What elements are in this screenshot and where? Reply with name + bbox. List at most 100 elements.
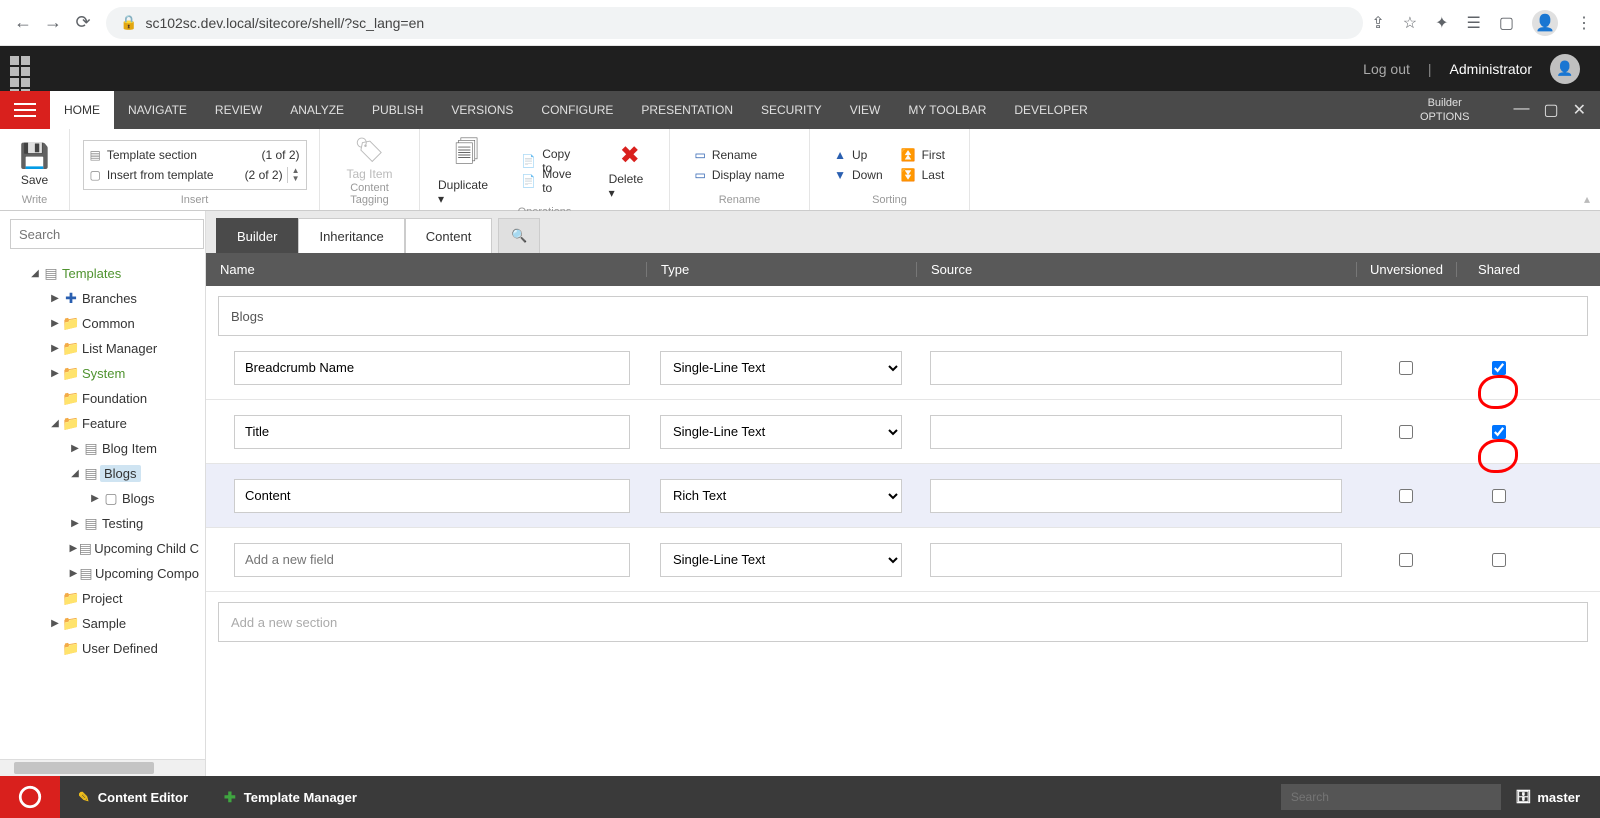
star-icon[interactable]: ☆ [1403,13,1417,33]
tree-upcoming-compo[interactable]: ▶▤Upcoming Compo [0,561,205,586]
share-icon[interactable]: ⇪ [1371,13,1384,33]
tree-project[interactable]: 📁Project [0,586,205,611]
tree-blogs-child[interactable]: ▶▢Blogs [0,486,205,511]
sidebar-scroll[interactable] [0,759,205,776]
sidepanel-icon[interactable]: ▢ [1499,13,1514,33]
user-label: Administrator [1450,61,1532,77]
tree-sample[interactable]: ▶📁Sample [0,611,205,636]
content-editor-button[interactable]: ✎Content Editor [60,776,206,818]
menu-versions[interactable]: VERSIONS [437,91,527,129]
up-button[interactable]: ▲Up [834,145,883,165]
menu-configure[interactable]: CONFIGURE [527,91,627,129]
first-button[interactable]: ⏫First [901,145,945,165]
menu-view[interactable]: VIEW [836,91,895,129]
menu-analyze[interactable]: ANALYZE [276,91,358,129]
url-text: sc102sc.dev.local/sitecore/shell/?sc_lan… [145,15,424,31]
delete-icon: ✖ [620,141,640,170]
tree-system[interactable]: ▶📁System [0,361,205,386]
launchpad-icon[interactable] [0,46,45,91]
tree-search-input[interactable] [10,219,204,249]
maximize-icon[interactable]: ▢ [1543,100,1558,120]
unversioned-checkbox[interactable] [1399,553,1413,567]
template-manager-button[interactable]: ✚Template Manager [206,776,375,818]
down-button[interactable]: ▼Down [834,165,883,185]
duplicate-button[interactable]: 🗐 Duplicate ▾ [430,135,503,206]
sitecore-logo-icon[interactable] [0,776,60,818]
database-selector[interactable]: 🗄master [1515,789,1580,805]
field-type-select[interactable]: Single-Line TextRich TextMulti-Line Text… [660,543,902,577]
tab-content[interactable]: Content [405,218,493,253]
tree-templates[interactable]: ◢▤Templates [0,261,205,286]
menu-home[interactable]: HOME [50,91,114,129]
section-header[interactable]: Blogs [218,296,1588,336]
delete-button[interactable]: ✖ Delete ▾ [601,141,659,200]
field-source-input[interactable] [930,543,1342,577]
menu-navigate[interactable]: NAVIGATE [114,91,201,129]
ribbon: 💾 Save Write ▤Template section(1 of 2) ▢… [0,129,1600,211]
tree-testing[interactable]: ▶▤Testing [0,511,205,536]
field-type-select[interactable]: Single-Line TextRich TextMulti-Line Text… [660,479,902,513]
tab-inheritance[interactable]: Inheritance [298,218,404,253]
extensions-icon[interactable]: ✦ [1435,13,1448,33]
browser-chrome: ← → ⟳ 🔒 sc102sc.dev.local/sitecore/shell… [0,0,1600,46]
minimize-icon[interactable]: — [1513,100,1529,120]
sidebar: 🔍 ▼ ◢▤Templates ▶✚Branches ▶📁Common ▶📁Li… [0,211,206,776]
rename-button[interactable]: ▭Rename [694,145,784,165]
tree-foundation[interactable]: 📁Foundation [0,386,205,411]
menu-publish[interactable]: PUBLISH [358,91,437,129]
tree-user-defined[interactable]: 📁User Defined [0,636,205,661]
field-source-input[interactable] [930,415,1342,449]
field-name-input[interactable] [234,415,630,449]
menu-review[interactable]: REVIEW [201,91,276,129]
unversioned-checkbox[interactable] [1399,489,1413,503]
ribbon-collapse-icon[interactable]: ▴ [1584,192,1590,206]
save-button[interactable]: 💾 Save [12,142,58,187]
tree-upcoming-child[interactable]: ▶▤Upcoming Child C [0,536,205,561]
last-button[interactable]: ⏬Last [901,165,945,185]
field-name-input[interactable] [234,543,630,577]
reload-icon[interactable]: ⟳ [68,12,98,33]
forward-icon[interactable]: → [38,12,68,33]
menu-security[interactable]: SECURITY [747,91,836,129]
tree-list-manager[interactable]: ▶📁List Manager [0,336,205,361]
tree-blog-item[interactable]: ▶▤Blog Item [0,436,205,461]
shared-checkbox[interactable] [1492,553,1506,567]
readinglist-icon[interactable]: ☰ [1467,13,1481,33]
field-name-input[interactable] [234,479,630,513]
address-bar[interactable]: 🔒 sc102sc.dev.local/sitecore/shell/?sc_l… [106,7,1363,39]
shared-checkbox[interactable] [1492,489,1506,503]
back-icon[interactable]: ← [8,12,38,33]
table-row: Single-Line TextRich TextMulti-Line Text… [206,336,1600,400]
builder-options-button[interactable]: Builder OPTIONS [1420,96,1500,124]
menu-my-toolbar[interactable]: MY TOOLBAR [894,91,1000,129]
field-name-input[interactable] [234,351,630,385]
tree-blogs[interactable]: ◢▤Blogs [0,461,205,486]
menu-developer[interactable]: DEVELOPER [1000,91,1101,129]
tree-common[interactable]: ▶📁Common [0,311,205,336]
tab-search[interactable]: 🔍 [498,218,540,253]
move-to-button[interactable]: 📄Move to [521,171,582,191]
unversioned-checkbox[interactable] [1399,361,1413,375]
tab-builder[interactable]: Builder [216,218,298,253]
bottom-search-input[interactable] [1281,784,1501,810]
tree-branches[interactable]: ▶✚Branches [0,286,205,311]
display-name-button[interactable]: ▭Display name [694,165,784,185]
field-type-select[interactable]: Single-Line TextRich TextMulti-Line Text… [660,351,902,385]
insert-options[interactable]: ▤Template section(1 of 2) ▢Insert from t… [83,140,307,190]
shared-checkbox[interactable] [1492,425,1506,439]
field-type-select[interactable]: Single-Line TextRich TextMulti-Line Text… [660,415,902,449]
shared-checkbox[interactable] [1492,361,1506,375]
burger-icon[interactable] [0,91,50,129]
browser-menu-icon[interactable]: ⋮ [1576,13,1592,33]
browser-profile-icon[interactable]: 👤 [1532,10,1558,36]
field-source-input[interactable] [930,351,1342,385]
unversioned-checkbox[interactable] [1399,425,1413,439]
menu-presentation[interactable]: PRESENTATION [627,91,747,129]
logout-link[interactable]: Log out [1363,61,1410,77]
tree-feature[interactable]: ◢📁Feature [0,411,205,436]
close-icon[interactable]: ✕ [1573,100,1586,120]
user-avatar-icon[interactable]: 👤 [1550,54,1580,84]
field-source-input[interactable] [930,479,1342,513]
duplicate-icon: 🗐 [455,135,479,176]
add-section-input[interactable]: Add a new section [218,602,1588,642]
